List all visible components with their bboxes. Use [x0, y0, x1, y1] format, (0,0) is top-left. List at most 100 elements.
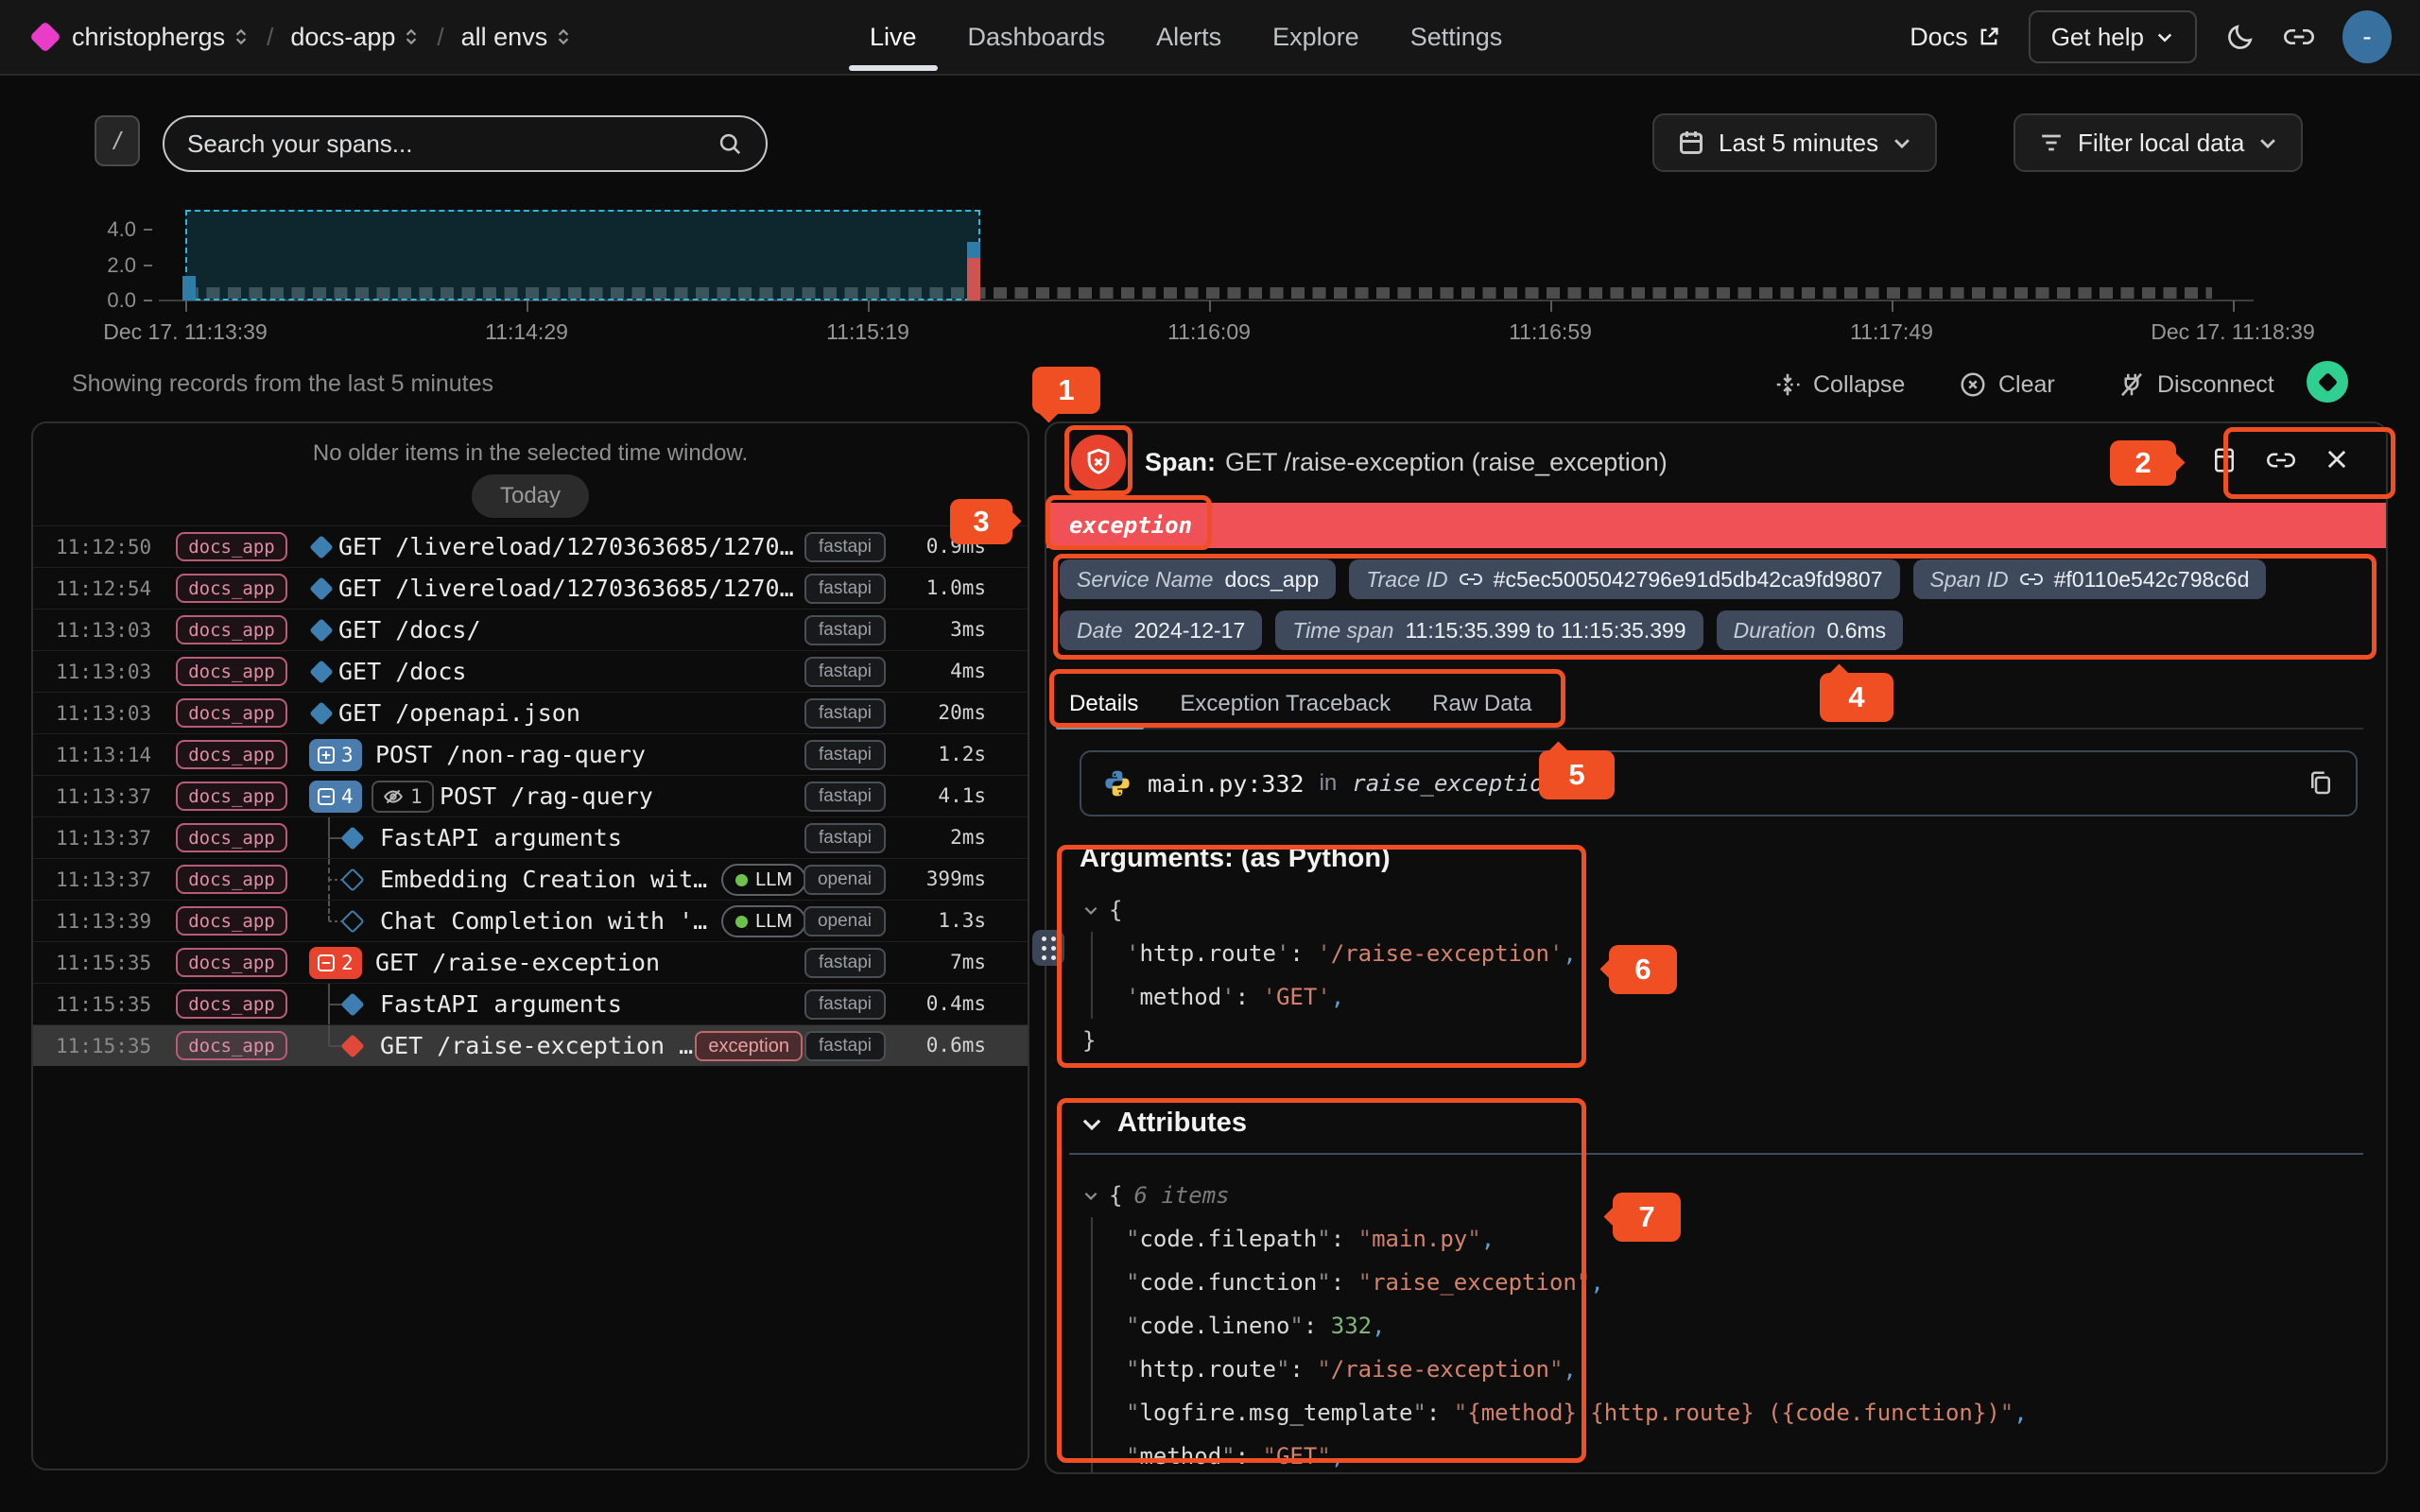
code-line: "method": "GET", — [1082, 1435, 2028, 1474]
x-tick-label: 11:17:49 — [1850, 319, 1933, 345]
row-time: 11:13:37 — [56, 827, 151, 850]
span-name: Embedding Creation wit… — [380, 866, 707, 893]
annotation-label-5: 5 — [1539, 750, 1615, 799]
panel-resize-handle[interactable] — [1032, 930, 1064, 966]
list-item[interactable]: 11:13:03docs_appGET /openapi.jsonfastapi… — [33, 692, 1028, 733]
tab-exception-traceback[interactable]: Exception Traceback — [1180, 680, 1391, 728]
span-name: GET /raise-exception … — [380, 1032, 693, 1059]
source-file[interactable]: main.py:332 — [1148, 770, 1305, 798]
disconnect-button[interactable]: Disconnect — [2118, 370, 2274, 399]
user-avatar[interactable]: - — [2342, 10, 2392, 63]
meta-label: Service Name — [1077, 567, 1213, 593]
arguments-heading-text: Arguments: (as Python) — [1080, 843, 1391, 874]
collapse-button[interactable]: Collapse — [1773, 370, 1905, 399]
meta-label: Span ID — [1930, 567, 2009, 593]
list-item[interactable]: 11:13:03docs_appGET /docsfastapi4ms — [33, 650, 1028, 692]
source-in-word: in — [1320, 770, 1338, 797]
list-item[interactable]: 11:15:35docs_appFastAPI argumentsfastapi… — [33, 983, 1028, 1024]
copy-link-icon[interactable] — [2267, 446, 2295, 474]
app-tag: docs_app — [176, 989, 287, 1019]
logfire-app: christophergs / docs-app / all envs Live… — [0, 0, 2420, 1512]
row-time: 11:15:35 — [56, 1035, 151, 1057]
project-selector[interactable]: docs-app — [290, 23, 420, 52]
clear-button[interactable]: Clear — [1959, 370, 2055, 399]
x-axis-line — [159, 300, 2254, 301]
meta-value: docs_app — [1224, 567, 1319, 593]
attributes-heading-text: Attributes — [1117, 1108, 1247, 1139]
nav-tab-alerts[interactable]: Alerts — [1156, 0, 1221, 74]
list-item[interactable]: 11:13:37docs_appEmbedding Creation wit…L… — [33, 858, 1028, 900]
hidden-spans-badge[interactable]: 1 — [372, 781, 434, 813]
share-link-icon[interactable] — [2284, 22, 2314, 52]
code-line: } — [1082, 1019, 1577, 1062]
eye-off-icon — [383, 786, 404, 807]
time-selection-window[interactable] — [185, 210, 980, 301]
y-tick-label: 0.0 — [83, 288, 136, 313]
search-input[interactable] — [187, 129, 717, 159]
project-name: docs-app — [290, 23, 395, 52]
close-icon[interactable] — [2324, 446, 2350, 472]
list-item[interactable]: 11:15:35docs_appGET /raise-exception …ex… — [33, 1024, 1028, 1066]
span-diamond-icon — [309, 660, 333, 683]
app-tag: docs_app — [176, 615, 287, 644]
app-tag: docs_app — [176, 574, 287, 603]
list-item[interactable]: 11:12:54docs_appGET /livereload/12703636… — [33, 567, 1028, 609]
collapse-children-badge[interactable]: −4 — [309, 781, 362, 813]
llm-green-dot — [735, 916, 748, 928]
child-count: 3 — [341, 744, 354, 766]
docs-link[interactable]: Docs — [1910, 23, 2000, 52]
row-duration: 1.3s — [854, 909, 986, 932]
meta-label: Time span — [1292, 618, 1393, 644]
main-nav: Live Dashboards Alerts Explore Settings — [870, 0, 1502, 74]
tab-raw-data[interactable]: Raw Data — [1432, 680, 1531, 728]
clear-icon — [1959, 370, 1987, 399]
attributes-code[interactable]: {6 items"code.filepath": "main.py","code… — [1082, 1174, 2028, 1474]
list-item[interactable]: 11:13:03docs_appGET /docs/fastapi3ms — [33, 609, 1028, 650]
link-icon[interactable] — [2020, 568, 2043, 591]
org-selector[interactable]: christophergs — [72, 23, 250, 52]
org-name: christophergs — [72, 23, 225, 52]
chevron-down-icon — [1080, 1111, 1104, 1136]
row-duration: 2ms — [854, 826, 986, 849]
get-help-button[interactable]: Get help — [2029, 10, 2197, 63]
attributes-heading[interactable]: Attributes — [1080, 1108, 1247, 1139]
time-range-button[interactable]: Last 5 minutes — [1652, 113, 1937, 172]
nav-tab-live[interactable]: Live — [870, 0, 917, 74]
env-selector[interactable]: all envs — [461, 23, 573, 52]
chevron-down-icon — [2155, 27, 2174, 46]
x-tick-mark — [1892, 301, 1893, 312]
dark-mode-toggle-moon-icon[interactable] — [2225, 22, 2256, 52]
filter-local-data-button[interactable]: Filter local data — [2014, 113, 2303, 172]
row-duration: 4ms — [854, 660, 986, 682]
meta-badge-trace-id: Trace ID#c5ec5005042796e91d5db42ca9fd980… — [1349, 559, 1899, 599]
tab-details[interactable]: Details — [1069, 680, 1138, 728]
dock-panel-icon[interactable] — [2210, 446, 2238, 474]
row-time: 11:13:03 — [56, 619, 151, 642]
span-name: FastAPI arguments — [380, 990, 622, 1018]
row-duration: 0.6ms — [854, 1034, 986, 1057]
nav-tab-settings[interactable]: Settings — [1410, 0, 1503, 74]
nav-tab-dashboards[interactable]: Dashboards — [968, 0, 1106, 74]
span-title-label: Span: — [1145, 448, 1216, 476]
today-button[interactable]: Today — [472, 474, 589, 518]
link-icon[interactable] — [1460, 568, 1482, 591]
list-item[interactable]: 11:13:37docs_app−41POST /rag-queryfastap… — [33, 775, 1028, 816]
span-name: POST /rag-query — [440, 782, 653, 810]
list-item[interactable]: 11:13:39docs_appChat Completion with '…L… — [33, 900, 1028, 941]
list-item[interactable]: 11:13:14docs_app+3POST /non-rag-queryfas… — [33, 733, 1028, 775]
list-item[interactable]: 11:15:35docs_app−2GET /raise-exceptionfa… — [33, 941, 1028, 983]
activity-tick-bars — [185, 287, 2212, 299]
row-duration: 7ms — [854, 951, 986, 973]
detail-tabs: Details Exception Traceback Raw Data — [1069, 680, 2363, 730]
meta-value: 2024-12-17 — [1134, 618, 1246, 644]
breadcrumb-separator: / — [267, 23, 273, 52]
list-item[interactable]: 11:13:37docs_appFastAPI argumentsfastapi… — [33, 816, 1028, 858]
copy-icon[interactable] — [2307, 769, 2335, 798]
arguments-code[interactable]: {'http.route': '/raise-exception','metho… — [1082, 888, 1577, 1062]
live-status-indicator[interactable] — [2307, 361, 2348, 403]
nav-tab-explore[interactable]: Explore — [1272, 0, 1359, 74]
list-item[interactable]: 11:12:50docs_appGET /livereload/12703636… — [33, 525, 1028, 567]
logfire-logo-icon[interactable] — [29, 21, 61, 53]
expand-children-badge[interactable]: +3 — [309, 739, 362, 771]
collapse-children-badge[interactable]: −2 — [309, 947, 362, 979]
